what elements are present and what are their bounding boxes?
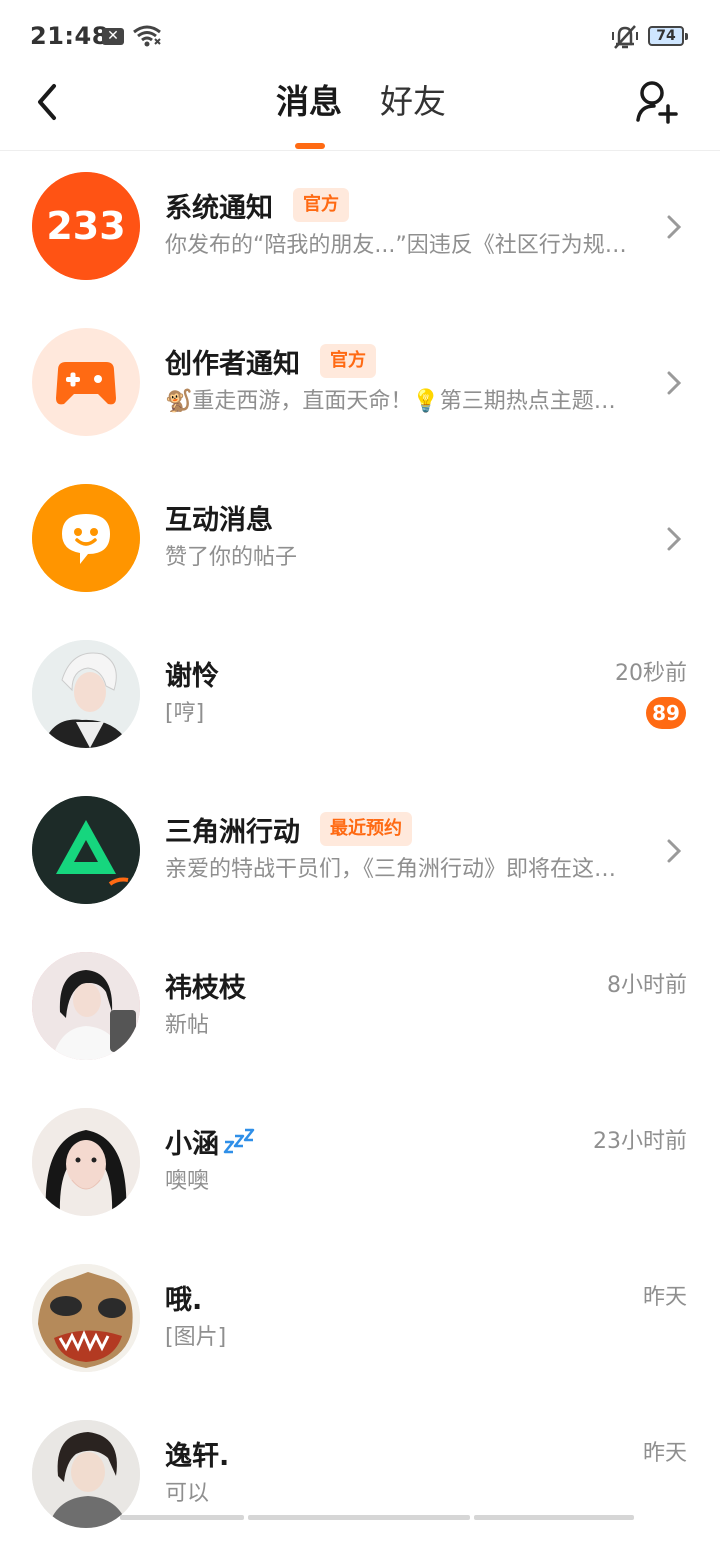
active-tab-indicator [295, 143, 325, 149]
list-item-game[interactable]: 三角洲行动 最近预约 亲爱的特战干员们，《三角洲行动》即将在这里与大家见面 [0, 775, 720, 931]
conversation-name: 创作者通知 [165, 348, 300, 380]
avatar-interaction [32, 484, 140, 592]
official-tag: 官方 [293, 188, 349, 222]
smile-chat-bubble-icon [32, 484, 140, 592]
top-nav: 消息 好友 [0, 72, 720, 151]
status-bar: 21:48 ✕ 74 [0, 0, 720, 72]
bell-muted-icon [612, 25, 638, 49]
conversation-preview: [哼] [165, 701, 205, 726]
user-photo-avatar [32, 1108, 140, 1216]
list-item-chat[interactable]: 祎枝枝 新帖 8小时前 [0, 931, 720, 1087]
timestamp: 8小时前 [607, 973, 687, 998]
timestamp: 昨天 [642, 1441, 687, 1466]
home-indicator [248, 1515, 470, 1520]
conversation-name: 小涵 [165, 1128, 219, 1160]
conversation-preview: 可以 [165, 1481, 210, 1506]
chevron-right-icon [667, 371, 682, 395]
conversation-name: 祎枝枝 [165, 972, 246, 1004]
home-indicator [474, 1515, 634, 1520]
list-item-chat[interactable]: 谢怜 [哼] 20秒前 89 [0, 619, 720, 775]
avatar-233: 233 [32, 172, 140, 280]
conversation-preview: 新帖 [165, 1013, 210, 1038]
conversation-preview: 亲爱的特战干员们，《三角洲行动》即将在这里与大家见面 [165, 857, 635, 882]
list-item-chat[interactable]: 哦. [图片] 昨天 [0, 1243, 720, 1399]
avatar [32, 1264, 140, 1372]
avatar-233-text: 233 [46, 204, 125, 248]
tab-friends[interactable]: 好友 [380, 82, 446, 122]
delta-force-logo-icon [32, 796, 140, 904]
wifi-icon [133, 25, 161, 47]
conversation-list: 233 系统通知 官方 你发布的“陪我的朋友...”因违反《社区行为规范》已被处… [0, 151, 720, 1555]
gamepad-plus-icon [56, 362, 116, 405]
timestamp: 20秒前 [615, 661, 687, 686]
clock: 21:48 [30, 22, 109, 50]
x-app-icon: ✕ [102, 28, 124, 45]
conversation-preview: 你发布的“陪我的朋友...”因违反《社区行为规范》已被处理 [165, 233, 635, 258]
conversation-name: 互动消息 [165, 504, 273, 536]
home-indicator [120, 1515, 244, 1520]
list-item-creator-notice[interactable]: 创作者通知 官方 🐒重走西游，直面天命！💡第三期热点主题征稿开启 [0, 307, 720, 463]
avatar [32, 952, 140, 1060]
avatar [32, 1108, 140, 1216]
logo-233-icon: 233 [32, 172, 140, 280]
conversation-name: 系统通知 [165, 192, 273, 224]
conversation-preview: [图片] [165, 1325, 227, 1350]
battery-indicator: 74 [648, 26, 688, 46]
anime-avatar-image [32, 1420, 140, 1528]
list-item-chat[interactable]: 小涵 噢噢 23小时前 [0, 1087, 720, 1243]
conversation-name: 哦. [165, 1284, 203, 1316]
anime-avatar-image [32, 640, 140, 748]
conversation-preview: 噢噢 [165, 1169, 210, 1194]
chevron-right-icon [667, 839, 682, 863]
official-tag: 官方 [320, 344, 376, 378]
avatar-game [32, 796, 140, 904]
add-user-icon[interactable] [632, 78, 680, 126]
conversation-preview: 🐒重走西游，直面天命！💡第三期热点主题征稿开启 [165, 389, 635, 414]
list-item-interaction[interactable]: 互动消息 赞了你的帖子 [0, 463, 720, 619]
avatar-creator [32, 328, 140, 436]
avatar [32, 640, 140, 748]
list-item-chat[interactable]: 逸轩. 可以 昨天 [0, 1399, 720, 1555]
unread-count-badge: 89 [646, 697, 686, 729]
timestamp: 昨天 [642, 1285, 687, 1310]
dog-photo-avatar [32, 1264, 140, 1372]
conversation-name: 谢怜 [165, 660, 219, 692]
user-photo-avatar [32, 952, 140, 1060]
avatar [32, 1420, 140, 1528]
conversation-name: 逸轩. [165, 1440, 230, 1472]
reservation-tag: 最近预约 [320, 812, 412, 846]
zzz-icon [223, 1128, 255, 1154]
back-arrow-icon[interactable] [28, 80, 68, 124]
chevron-right-icon [667, 215, 682, 239]
conversation-preview: 赞了你的帖子 [165, 545, 298, 570]
timestamp: 23小时前 [593, 1129, 687, 1154]
chevron-right-icon [667, 527, 682, 551]
list-item-system-notice[interactable]: 233 系统通知 官方 你发布的“陪我的朋友...”因违反《社区行为规范》已被处… [0, 151, 720, 307]
conversation-name: 三角洲行动 [165, 816, 300, 848]
tab-messages[interactable]: 消息 [276, 82, 342, 122]
